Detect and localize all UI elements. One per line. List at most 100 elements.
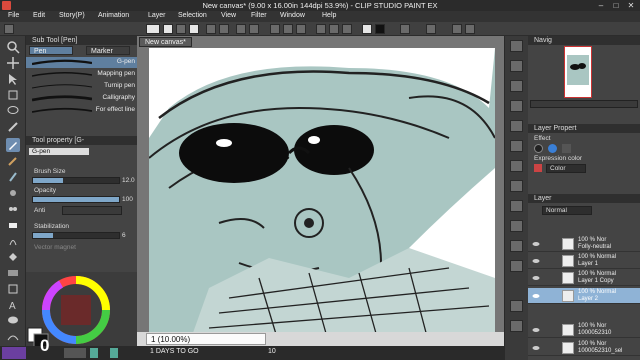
anti-aliasing-selector[interactable]: [62, 206, 122, 215]
effect-color-icon[interactable]: [562, 144, 571, 153]
new-canvas-button[interactable]: [163, 24, 173, 34]
menu-window[interactable]: Window: [280, 12, 305, 19]
eye-icon[interactable]: [532, 344, 540, 352]
clear-button[interactable]: [236, 24, 246, 34]
palette-toggle-icon[interactable]: [510, 140, 523, 152]
navigator-preview[interactable]: [564, 46, 592, 98]
color-swatch-white[interactable]: [362, 24, 372, 34]
zoom-field[interactable]: 1 (10.00%): [146, 333, 266, 345]
layer-row[interactable]: 100 % Nor Folly-neutral: [528, 236, 640, 252]
color-swatch-black[interactable]: [375, 24, 385, 34]
move-layer-tool-icon[interactable]: [6, 88, 20, 102]
effect-border-icon[interactable]: [534, 144, 543, 153]
timeline-control[interactable]: [64, 348, 86, 358]
brush-g-pen[interactable]: G-pen: [26, 57, 137, 68]
decoration-tool-icon[interactable]: [6, 202, 20, 216]
eyedropper-tool-icon[interactable]: [6, 120, 20, 134]
palette-toggle-icon[interactable]: [510, 160, 523, 172]
tab-pen[interactable]: Pen: [29, 46, 73, 55]
brush-calligraphy[interactable]: Calligraphy: [26, 93, 137, 104]
effect-tone-icon[interactable]: [548, 144, 557, 153]
layer-row[interactable]: 100 % Normal Layer 1 Copy: [528, 270, 640, 286]
figure-tool-icon[interactable]: [6, 282, 20, 296]
correct-line-tool-icon[interactable]: [6, 330, 20, 344]
snap-grid-button[interactable]: [329, 24, 339, 34]
drawing-canvas[interactable]: [149, 48, 495, 344]
opacity-slider[interactable]: [32, 196, 120, 203]
menu-view[interactable]: View: [221, 12, 236, 19]
lasso-tool-icon[interactable]: [6, 104, 20, 118]
ruler-button[interactable]: [426, 24, 436, 34]
palette-toggle-icon[interactable]: [510, 40, 523, 52]
snap-ruler-button[interactable]: [316, 24, 326, 34]
maximize-button[interactable]: □: [609, 1, 623, 10]
palette-toggle-icon[interactable]: [510, 120, 523, 132]
tab-marker[interactable]: Marker: [86, 46, 130, 55]
palette-toggle-icon[interactable]: [510, 320, 523, 332]
airbrush-tool-icon[interactable]: [6, 186, 20, 200]
opacity-value[interactable]: 100: [122, 196, 133, 203]
eye-icon[interactable]: [532, 326, 540, 334]
brush-size-slider[interactable]: [32, 177, 120, 184]
move-tool-icon[interactable]: [6, 56, 20, 70]
eye-icon[interactable]: [146, 24, 160, 34]
select-all-button[interactable]: [296, 24, 306, 34]
redo-button[interactable]: [219, 24, 229, 34]
gradient-tool-icon[interactable]: [6, 266, 20, 280]
snap-special-button[interactable]: [342, 24, 352, 34]
color-wheel[interactable]: [26, 272, 137, 349]
layer-row[interactable]: 100 % Normal Layer 1: [528, 253, 640, 269]
menu-help[interactable]: Help: [322, 12, 336, 19]
stabilization-slider[interactable]: [32, 232, 120, 239]
menu-story[interactable]: Story(P): [59, 12, 85, 19]
timeline-control[interactable]: [110, 348, 118, 358]
palette-toggle-icon[interactable]: [510, 180, 523, 192]
open-button[interactable]: [176, 24, 186, 34]
palette-toggle-icon[interactable]: [510, 100, 523, 112]
palette-toggle-icon[interactable]: [510, 220, 523, 232]
palette-toggle-icon[interactable]: [510, 80, 523, 92]
save-button[interactable]: [189, 24, 199, 34]
brush-preview-button[interactable]: [452, 24, 462, 34]
eye-icon[interactable]: [532, 274, 540, 282]
zoom-tool-icon[interactable]: [6, 40, 20, 54]
pen-tool-icon[interactable]: [6, 138, 20, 152]
brush-tool-icon[interactable]: [6, 170, 20, 184]
eye-icon[interactable]: [532, 257, 540, 265]
brush-mapping-pen[interactable]: Mapping pen: [26, 69, 137, 80]
invert-selection-button[interactable]: [283, 24, 293, 34]
undo-button[interactable]: [206, 24, 216, 34]
minimize-button[interactable]: –: [594, 1, 608, 10]
eraser-tool-icon[interactable]: [6, 218, 20, 232]
menu-filter[interactable]: Filter: [251, 12, 267, 19]
layer-row[interactable]: 100 % Nor 1000052310: [528, 322, 640, 338]
pencil-tool-icon[interactable]: [6, 154, 20, 168]
palette-toggle-icon[interactable]: [510, 200, 523, 212]
brush-turnip-pen[interactable]: Turnip pen: [26, 81, 137, 92]
stabilization-value[interactable]: 6: [122, 232, 126, 239]
close-button[interactable]: ✕: [624, 1, 638, 10]
palette-toggle-icon[interactable]: [510, 60, 523, 72]
tool-settings-button[interactable]: [465, 24, 475, 34]
eye-icon[interactable]: [532, 292, 540, 300]
timeline-control[interactable]: [90, 348, 98, 358]
menu-selection[interactable]: Selection: [178, 12, 207, 19]
brush-effect-line[interactable]: For effect line: [26, 105, 137, 116]
blend-tool-icon[interactable]: [6, 234, 20, 248]
fill-button[interactable]: [249, 24, 259, 34]
text-tool-icon[interactable]: A: [6, 298, 20, 312]
deselect-button[interactable]: [270, 24, 280, 34]
menu-animation[interactable]: Animation: [98, 12, 129, 19]
palette-toggle-icon[interactable]: [510, 240, 523, 252]
fill-tool-icon[interactable]: [6, 250, 20, 264]
menu-layer[interactable]: Layer: [148, 12, 166, 19]
palette-toggle-icon[interactable]: [510, 300, 523, 312]
expression-color-select[interactable]: Color: [546, 164, 586, 173]
transparent-swatch[interactable]: [400, 24, 410, 34]
eye-icon[interactable]: [532, 240, 540, 248]
blend-mode-select[interactable]: Normal: [542, 206, 592, 215]
balloon-tool-icon[interactable]: [6, 314, 20, 328]
brush-size-value[interactable]: 12.0: [122, 177, 135, 184]
operation-tool-icon[interactable]: [6, 72, 20, 86]
navigator-zoom-slider[interactable]: [530, 100, 638, 108]
